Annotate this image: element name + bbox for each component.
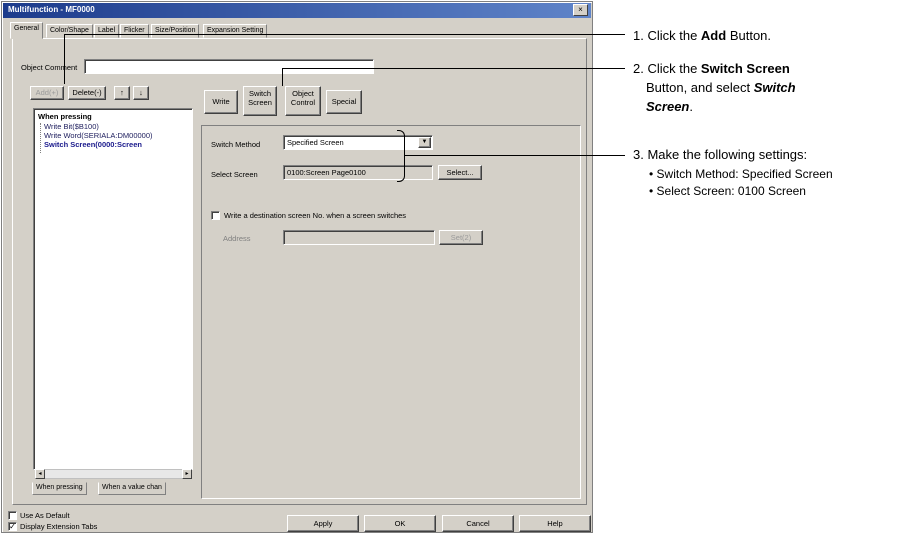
- object-comment-label: Object Comment: [21, 63, 78, 72]
- title-bar[interactable]: Multifunction - MF0000 ×: [3, 3, 591, 18]
- move-up-button[interactable]: ↑: [114, 86, 130, 100]
- instruction-step-3: 3. Make the following settings:: [633, 147, 808, 162]
- callout-line-2: [282, 68, 625, 69]
- callout-line-2-drop: [282, 68, 283, 86]
- bullet-icon: •: [649, 184, 654, 198]
- address-input[interactable]: [283, 230, 435, 245]
- tab-expansion-setting[interactable]: Expansion Setting: [203, 24, 268, 38]
- set-address-button[interactable]: Set(2): [439, 230, 483, 245]
- step-2-line-3-bold: Screen: [646, 99, 690, 114]
- switch-method-select[interactable]: Specified Screen: [283, 135, 433, 150]
- object-control-label-2: Control: [290, 98, 316, 107]
- cancel-button[interactable]: Cancel: [442, 515, 514, 532]
- settings-bracket: [397, 130, 405, 182]
- special-button[interactable]: Special: [326, 90, 362, 114]
- switch-screen-button[interactable]: Switch Screen: [243, 86, 277, 116]
- subtab-when-pressing[interactable]: When pressing: [32, 482, 87, 495]
- bullet-icon: •: [649, 167, 654, 181]
- callout-line-1: [64, 34, 625, 35]
- settings-panel: [201, 125, 581, 499]
- scroll-right-arrow-icon[interactable]: ▸: [182, 469, 192, 479]
- instruction-step-3-item-1: • Switch Method: Specified Screen: [649, 167, 833, 181]
- step-3-item-1-text: Switch Method: Specified Screen: [656, 167, 833, 181]
- help-button[interactable]: Help: [519, 515, 591, 532]
- instruction-step-2-line-2: Button, and select Switch: [646, 80, 796, 95]
- use-as-default-label: Use As Default: [20, 511, 70, 520]
- instruction-step-2-line-3: Screen.: [646, 99, 693, 114]
- action-tree[interactable]: When pressing Write Bit($B100) Write Wor…: [33, 108, 193, 470]
- step-2-bold: Switch Screen: [700, 61, 790, 76]
- tree-horizontal-scrollbar[interactable]: ◂ ▸: [35, 469, 192, 479]
- step-1-text: 1. Click the: [633, 28, 701, 43]
- scroll-left-arrow-icon[interactable]: ◂: [35, 469, 45, 479]
- tree-root-when-pressing[interactable]: When pressing: [38, 112, 92, 121]
- tree-connector: [40, 123, 41, 153]
- instruction-step-2: 2. Click the Switch Screen: [633, 61, 790, 76]
- tab-size-position[interactable]: Size/Position: [151, 24, 200, 38]
- ok-button[interactable]: OK: [364, 515, 436, 532]
- apply-button[interactable]: Apply: [287, 515, 359, 532]
- step-2-text: 2. Click the: [633, 61, 701, 76]
- multifunction-dialog: Multifunction - MF0000 × General Color/S…: [1, 1, 593, 533]
- tab-flicker[interactable]: Flicker: [120, 24, 149, 38]
- display-extension-tabs-checkbox[interactable]: ✓: [8, 522, 17, 531]
- tab-color-shape[interactable]: Color/Shape: [46, 24, 93, 38]
- step-2-line-2-bold: Switch: [753, 80, 796, 95]
- callout-line-3: [405, 155, 625, 156]
- select-screen-button[interactable]: Select...: [438, 165, 482, 180]
- switch-screen-label-2: Screen: [248, 98, 272, 107]
- tab-label[interactable]: Label: [94, 24, 120, 38]
- switch-method-label: Switch Method: [211, 140, 261, 149]
- object-comment-input[interactable]: [84, 59, 374, 74]
- tab-general[interactable]: General: [10, 22, 43, 39]
- display-extension-tabs-label: Display Extension Tabs: [20, 522, 98, 531]
- window-title: Multifunction - MF0000: [8, 5, 95, 14]
- instruction-step-3-item-2: • Select Screen: 0100 Screen: [649, 184, 806, 198]
- step-1-text-end: Button.: [726, 28, 772, 43]
- write-destination-checkbox[interactable]: [211, 211, 220, 220]
- object-control-label-1: Object: [292, 89, 314, 98]
- add-button[interactable]: Add(+): [30, 86, 64, 100]
- use-as-default-checkbox[interactable]: [8, 511, 17, 520]
- move-down-button[interactable]: ↓: [133, 86, 149, 100]
- object-control-button[interactable]: Object Control: [285, 86, 321, 116]
- switch-screen-label-1: Switch: [248, 89, 272, 98]
- switch-method-value: Specified Screen: [287, 138, 344, 147]
- select-screen-label: Select Screen: [211, 170, 258, 179]
- write-destination-label: Write a destination screen No. when a sc…: [224, 211, 407, 220]
- subtab-when-value-changes[interactable]: When a value chan: [98, 482, 166, 495]
- step-1-bold: Add: [700, 28, 727, 43]
- dropdown-arrow-icon[interactable]: ▼: [418, 137, 431, 148]
- callout-line-1-drop: [64, 34, 65, 84]
- instruction-step-1: 1. Click the Add Button.: [633, 28, 771, 43]
- tree-item-write-bit[interactable]: Write Bit($B100): [44, 122, 99, 131]
- delete-button[interactable]: Delete(-): [68, 86, 106, 100]
- step-3-item-2-text: Select Screen: 0100 Screen: [656, 184, 806, 198]
- step-2-line-3-end: .: [689, 99, 693, 114]
- tree-item-write-word[interactable]: Write Word(SERIALA:DM00000): [44, 131, 153, 140]
- address-label: Address: [223, 234, 251, 243]
- step-2-line-2-text: Button, and select: [646, 80, 754, 95]
- close-button[interactable]: ×: [573, 4, 588, 16]
- tree-item-switch-screen[interactable]: Switch Screen(0000:Screen: [44, 140, 142, 149]
- select-screen-field: 0100:Screen Page0100: [283, 165, 433, 180]
- write-button[interactable]: Write: [204, 90, 238, 114]
